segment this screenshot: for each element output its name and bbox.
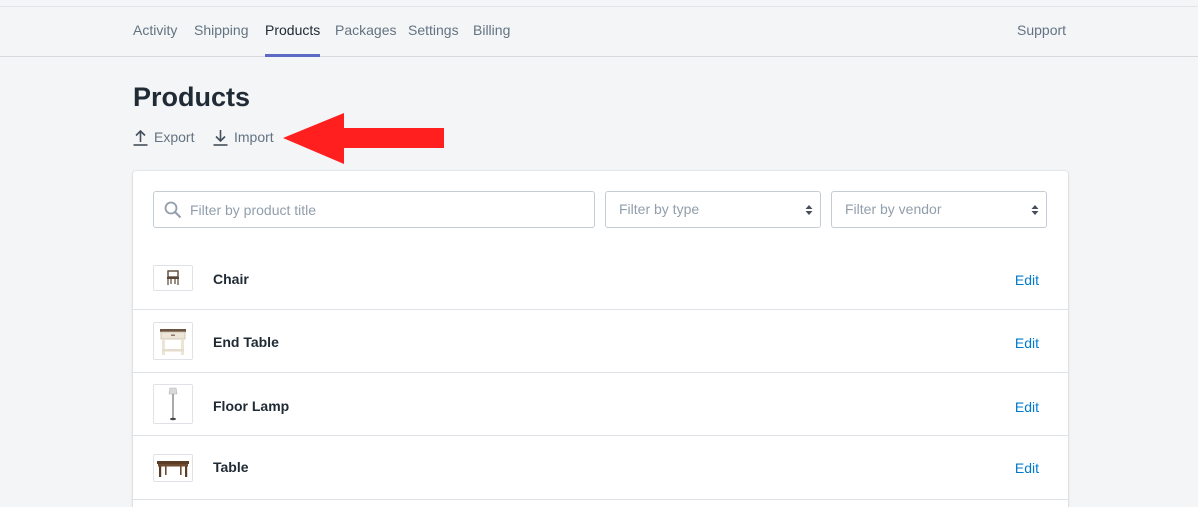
product-row[interactable]: Chair Edit (133, 247, 1068, 310)
page-title: Products (133, 82, 251, 112)
top-nav: Activity Shipping Products Packages Sett… (0, 7, 1198, 57)
type-filter-select[interactable]: Filter by type (605, 191, 821, 228)
product-row[interactable]: Table Edit (133, 437, 1068, 500)
edit-link[interactable]: Edit (1015, 399, 1039, 415)
chair-icon (167, 270, 179, 285)
export-label: Export (154, 129, 195, 145)
support-link[interactable]: Support (1017, 7, 1066, 57)
end-table-icon (160, 329, 186, 355)
tab-shipping[interactable]: Shipping (194, 7, 249, 57)
tab-packages[interactable]: Packages (335, 7, 396, 57)
product-title[interactable]: Table (213, 459, 249, 475)
product-row[interactable]: Floor Lamp Edit (133, 373, 1068, 436)
upload-icon (133, 129, 148, 146)
product-thumbnail (153, 322, 193, 360)
products-card: Filter by type Filter by vendor Chair Ed… (133, 171, 1068, 507)
import-button[interactable]: Import (213, 127, 274, 147)
product-row[interactable]: End Table Edit (133, 310, 1068, 373)
edit-link[interactable]: Edit (1015, 272, 1039, 288)
annotation-arrow-icon (283, 113, 444, 164)
product-thumbnail (153, 454, 193, 482)
product-title[interactable]: Floor Lamp (213, 398, 289, 414)
import-label: Import (234, 129, 274, 145)
tab-billing[interactable]: Billing (473, 7, 510, 57)
top-strip (0, 0, 1198, 7)
export-button[interactable]: Export (133, 127, 194, 147)
vendor-filter-label: Filter by vendor (845, 201, 942, 217)
tab-settings[interactable]: Settings (408, 7, 459, 57)
product-title[interactable]: End Table (213, 334, 279, 350)
search-box[interactable] (153, 191, 595, 228)
floor-lamp-icon (168, 387, 178, 421)
product-thumbnail (153, 265, 193, 291)
tab-activity[interactable]: Activity (133, 7, 177, 57)
tab-products[interactable]: Products (265, 7, 321, 57)
product-thumbnail (153, 384, 193, 424)
download-icon (213, 129, 228, 146)
select-caret-icon (805, 205, 813, 215)
table-icon (157, 461, 189, 477)
select-caret-icon (1031, 205, 1039, 215)
search-input[interactable] (190, 201, 590, 218)
edit-link[interactable]: Edit (1015, 460, 1039, 476)
search-icon (164, 201, 182, 218)
edit-link[interactable]: Edit (1015, 335, 1039, 351)
product-title[interactable]: Chair (213, 271, 249, 287)
vendor-filter-select[interactable]: Filter by vendor (831, 191, 1047, 228)
type-filter-label: Filter by type (619, 201, 700, 217)
